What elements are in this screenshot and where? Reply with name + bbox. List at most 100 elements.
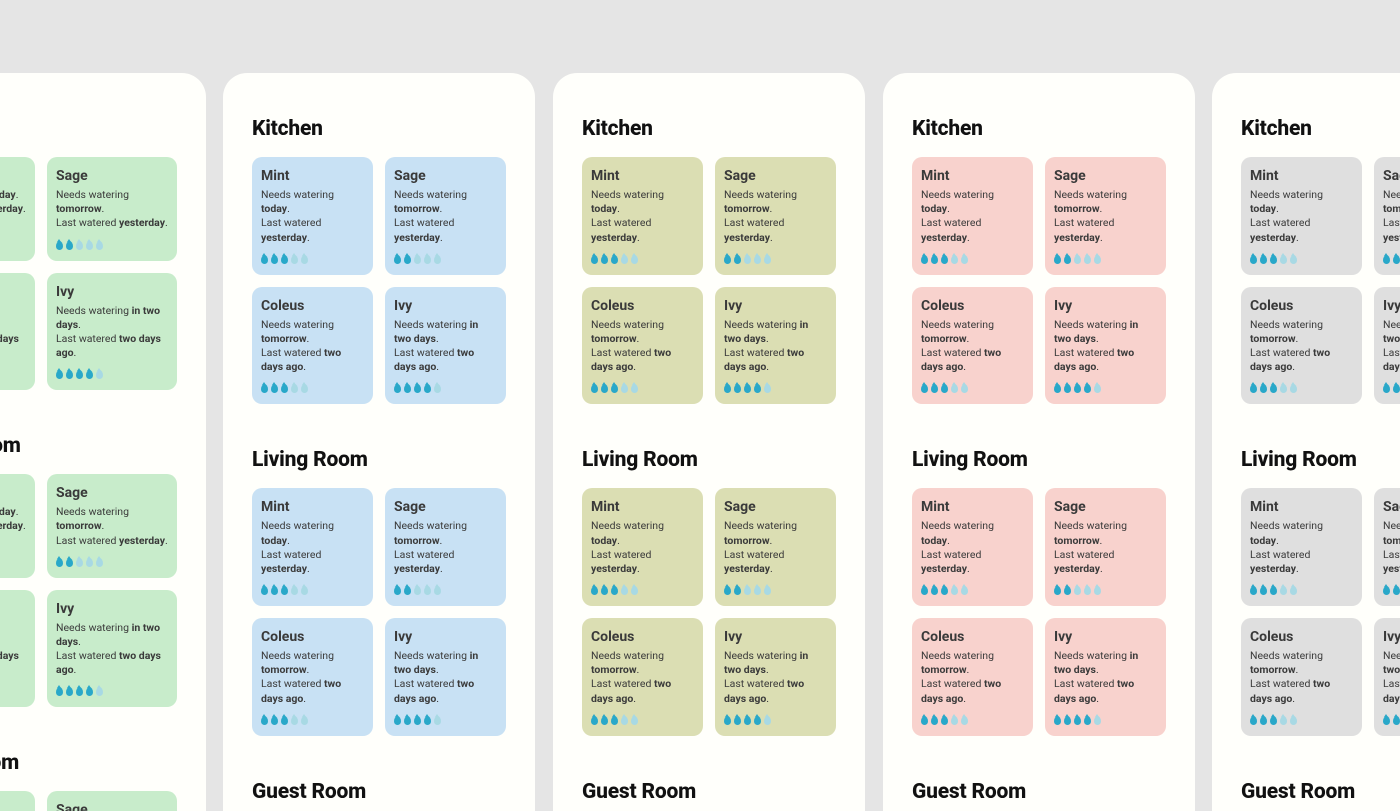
plant-card[interactable]: IvyNeeds watering in two days.Last water… bbox=[385, 287, 506, 405]
plant-card[interactable]: SageNeeds watering tomorrow.Last watered… bbox=[1045, 488, 1166, 606]
plant-card[interactable]: MintNeeds watering today.Last watered ye… bbox=[0, 157, 35, 261]
water-drop-icon bbox=[1260, 384, 1267, 393]
plant-name: Ivy bbox=[56, 284, 168, 300]
water-drop-icon bbox=[404, 384, 411, 393]
plant-name: Sage bbox=[724, 168, 827, 184]
plant-card[interactable]: MintNeeds watering today.Last watered ye… bbox=[252, 157, 373, 275]
needs-watering-text: Needs watering tomorrow. bbox=[591, 318, 694, 346]
plant-card[interactable]: SageNeeds watering tomorrow.Last watered… bbox=[47, 474, 177, 578]
plant-grid: MintNeeds watering today.Last watered ye… bbox=[0, 791, 177, 811]
plant-name: Ivy bbox=[394, 298, 497, 314]
plant-grid: MintNeeds watering today.Last watered ye… bbox=[252, 488, 506, 735]
water-drop-icon bbox=[281, 586, 288, 595]
plant-card[interactable]: SageNeeds watering tomorrow.Last watered… bbox=[385, 488, 506, 606]
water-drop-icon bbox=[951, 384, 958, 393]
water-drop-icon bbox=[424, 384, 431, 393]
water-drop-icon bbox=[291, 716, 298, 725]
plant-card[interactable]: IvyNeeds watering in two days.Last water… bbox=[715, 287, 836, 405]
plant-card[interactable]: MintNeeds watering today.Last watered ye… bbox=[0, 474, 35, 578]
room-title: Living Room bbox=[252, 448, 506, 472]
room-title: Living Room bbox=[912, 448, 1166, 472]
plant-card[interactable]: IvyNeeds watering in two days.Last water… bbox=[1374, 287, 1400, 405]
plant-card[interactable]: IvyNeeds watering in two days.Last water… bbox=[47, 273, 177, 391]
last-watered-text: Last watered yesterday. bbox=[0, 202, 26, 216]
plant-card[interactable]: IvyNeeds watering in two days.Last water… bbox=[1374, 618, 1400, 736]
water-drop-icon bbox=[951, 255, 958, 264]
plant-card[interactable]: SageNeeds watering tomorrow.Last watered… bbox=[1374, 157, 1400, 275]
plant-card[interactable]: SageNeeds watering tomorrow.Last watered… bbox=[1045, 157, 1166, 275]
last-watered-text: Last watered two days ago. bbox=[591, 677, 694, 705]
plant-card[interactable]: IvyNeeds watering in two days.Last water… bbox=[47, 590, 177, 708]
water-level bbox=[591, 255, 694, 264]
plant-card[interactable]: MintNeeds watering today.Last watered ye… bbox=[0, 791, 35, 811]
plant-card[interactable]: IvyNeeds watering in two days.Last water… bbox=[715, 618, 836, 736]
plant-card[interactable]: ColeusNeeds watering tomorrow.Last water… bbox=[252, 618, 373, 736]
plant-card[interactable]: ColeusNeeds watering tomorrow.Last water… bbox=[912, 618, 1033, 736]
water-drop-icon bbox=[621, 255, 628, 264]
water-level bbox=[1054, 716, 1157, 725]
water-drop-icon bbox=[281, 384, 288, 393]
needs-watering-text: Needs watering tomorrow. bbox=[724, 188, 827, 216]
room-title: Kitchen bbox=[252, 117, 506, 141]
water-drop-icon bbox=[434, 255, 441, 264]
plant-card[interactable]: SageNeeds watering tomorrow.Last watered… bbox=[47, 157, 177, 261]
water-drop-icon bbox=[1250, 255, 1257, 264]
water-drop-icon bbox=[96, 370, 103, 379]
plant-card[interactable]: SageNeeds watering tomorrow.Last watered… bbox=[715, 488, 836, 606]
plant-card[interactable]: ColeusNeeds watering tomorrow.Last water… bbox=[912, 287, 1033, 405]
plant-card[interactable]: ColeusNeeds watering tomorrow.Last water… bbox=[0, 273, 35, 391]
water-drop-icon bbox=[1064, 716, 1071, 725]
plant-card[interactable]: MintNeeds watering today.Last watered ye… bbox=[1241, 488, 1362, 606]
needs-watering-text: Needs watering in two days. bbox=[394, 649, 497, 677]
water-drop-icon bbox=[86, 687, 93, 696]
water-drop-icon bbox=[66, 370, 73, 379]
plant-card[interactable]: ColeusNeeds watering tomorrow.Last water… bbox=[1241, 618, 1362, 736]
room-title: Living Room bbox=[0, 434, 177, 458]
water-level bbox=[1250, 255, 1353, 264]
plant-card[interactable]: SageNeeds watering tomorrow.Last watered… bbox=[385, 157, 506, 275]
water-drop-icon bbox=[1260, 716, 1267, 725]
last-watered-text: Last watered two days ago. bbox=[724, 346, 827, 374]
water-drop-icon bbox=[1383, 716, 1390, 725]
plant-card[interactable]: IvyNeeds watering in two days.Last water… bbox=[1045, 287, 1166, 405]
plant-card[interactable]: MintNeeds watering today.Last watered ye… bbox=[582, 488, 703, 606]
water-level bbox=[0, 687, 26, 696]
plant-card[interactable]: ColeusNeeds watering tomorrow.Last water… bbox=[1241, 287, 1362, 405]
water-drop-icon bbox=[744, 384, 751, 393]
water-level bbox=[1054, 384, 1157, 393]
water-level bbox=[1383, 384, 1400, 393]
needs-watering-text: Needs watering tomorrow. bbox=[1054, 519, 1157, 547]
plant-card[interactable]: ColeusNeeds watering tomorrow.Last water… bbox=[252, 287, 373, 405]
plant-card[interactable]: MintNeeds watering today.Last watered ye… bbox=[912, 488, 1033, 606]
theme-preview-panel: KitchenMintNeeds watering today.Last wat… bbox=[553, 73, 865, 811]
water-drop-icon bbox=[1064, 255, 1071, 264]
plant-name: Sage bbox=[56, 802, 168, 811]
water-drop-icon bbox=[271, 384, 278, 393]
water-drop-icon bbox=[724, 586, 731, 595]
plant-card[interactable]: IvyNeeds watering in two days.Last water… bbox=[385, 618, 506, 736]
plant-card[interactable]: MintNeeds watering today.Last watered ye… bbox=[912, 157, 1033, 275]
water-drop-icon bbox=[414, 586, 421, 595]
plant-card[interactable]: ColeusNeeds watering tomorrow.Last water… bbox=[0, 590, 35, 708]
water-drop-icon bbox=[261, 716, 268, 725]
last-watered-text: Last watered two days ago. bbox=[591, 346, 694, 374]
plant-card[interactable]: MintNeeds watering today.Last watered ye… bbox=[1241, 157, 1362, 275]
water-drop-icon bbox=[1250, 716, 1257, 725]
water-drop-icon bbox=[1270, 586, 1277, 595]
plant-card[interactable]: MintNeeds watering today.Last watered ye… bbox=[582, 157, 703, 275]
plant-card[interactable]: ColeusNeeds watering tomorrow.Last water… bbox=[582, 287, 703, 405]
plant-card[interactable]: SageNeeds watering tomorrow.Last watered… bbox=[1374, 488, 1400, 606]
plant-card[interactable]: MintNeeds watering today.Last watered ye… bbox=[252, 488, 373, 606]
theme-preview-panel: Kitchen MintNeeds watering today.Last wat… bbox=[223, 73, 535, 811]
water-drop-icon bbox=[744, 716, 751, 725]
water-drop-icon bbox=[271, 255, 278, 264]
plant-card[interactable]: IvyNeeds watering in two days.Last water… bbox=[1045, 618, 1166, 736]
water-level bbox=[1250, 586, 1353, 595]
needs-watering-text: Needs watering today. bbox=[1250, 188, 1353, 216]
plant-card[interactable]: SageNeeds watering tomorrow.Last watered… bbox=[47, 791, 177, 811]
plant-card[interactable]: ColeusNeeds watering tomorrow.Last water… bbox=[582, 618, 703, 736]
theme-preview-panel: KitchenMintNeeds watering today.Last wat… bbox=[883, 73, 1195, 811]
last-watered-text: Last watered yesterday. bbox=[921, 216, 1024, 244]
plant-grid: MintNeeds watering today.Last watered ye… bbox=[582, 488, 836, 735]
plant-card[interactable]: SageNeeds watering tomorrow.Last watered… bbox=[715, 157, 836, 275]
